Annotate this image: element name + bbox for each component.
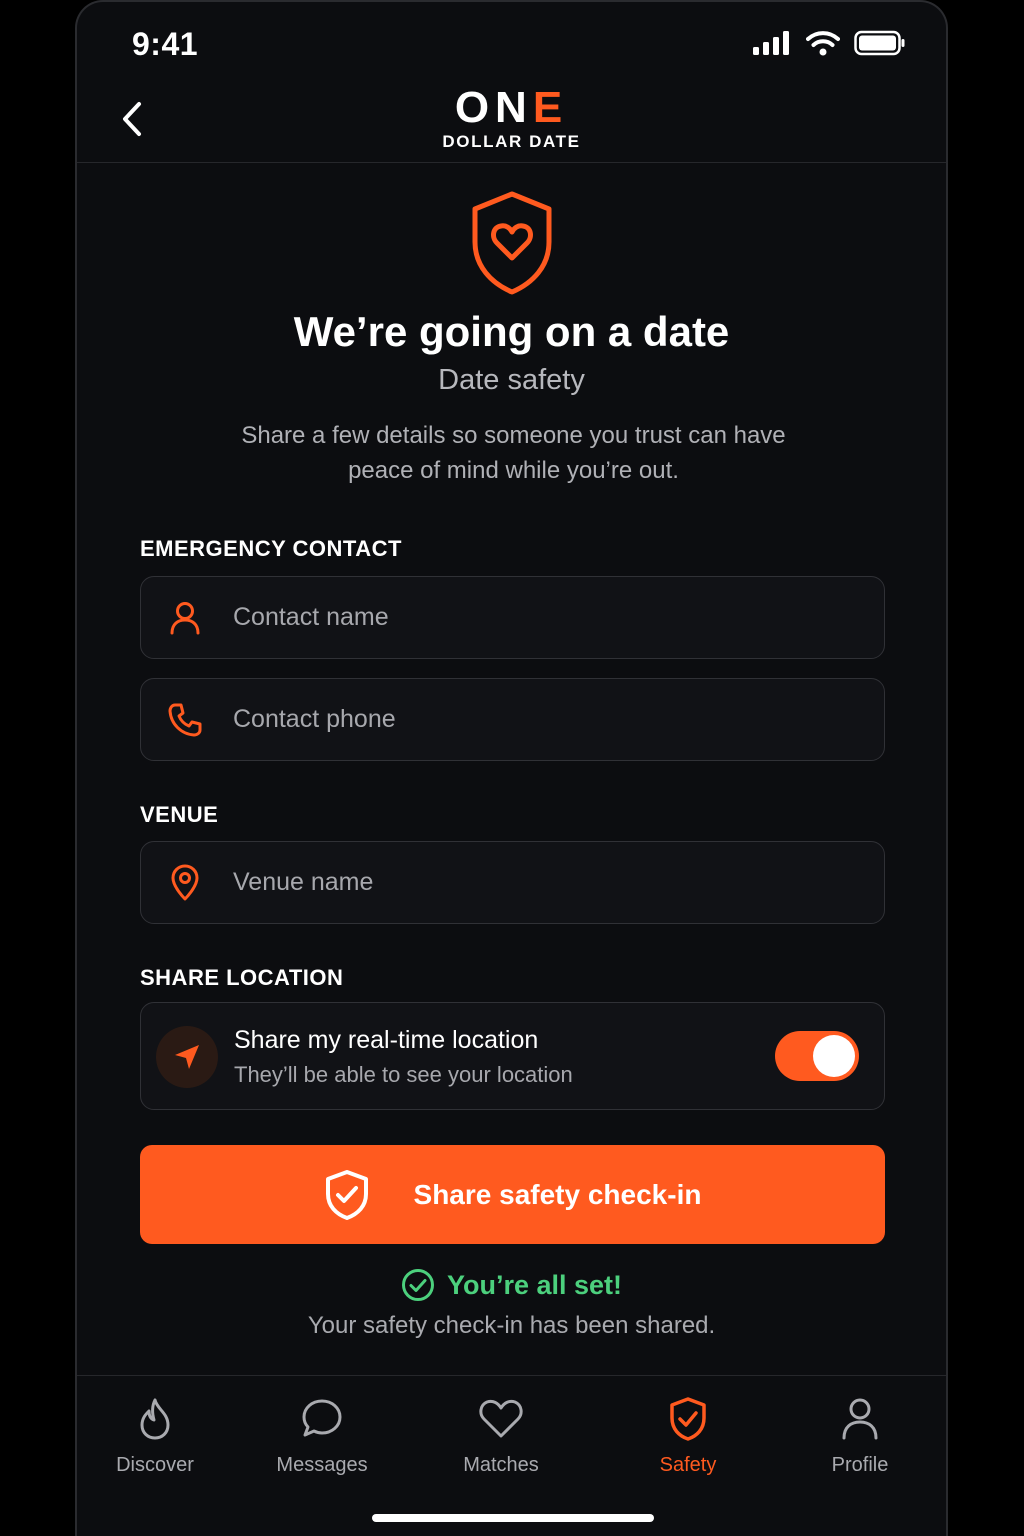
share-safety-checkin-button[interactable]: Share safety check-in — [140, 1145, 885, 1244]
person-icon — [165, 598, 205, 638]
tab-discover[interactable]: Discover — [80, 1394, 230, 1477]
contact-phone-input[interactable] — [231, 704, 884, 735]
shield-check-icon — [325, 1169, 368, 1220]
flame-icon — [80, 1394, 230, 1444]
logo-subtitle: DOLLAR DATE — [442, 132, 581, 151]
chat-bubble-icon — [247, 1394, 397, 1444]
logo-wordmark: ONE — [454, 83, 569, 132]
venue-field[interactable] — [140, 841, 885, 924]
signal-icon — [753, 31, 789, 55]
app-logo: ONE DOLLAR DATE — [77, 84, 946, 152]
confirmation-message: Your safety check-in has been shared. — [307, 1312, 716, 1339]
confirmation-title: You’re all set! — [446, 1269, 623, 1300]
share-location-subtitle: They’ll be able to see your location — [234, 1062, 573, 1087]
phone-icon — [165, 700, 205, 740]
page-subtitle: Date safety — [438, 364, 585, 396]
check-circle-icon — [401, 1269, 434, 1301]
home-indicator[interactable] — [372, 1514, 654, 1522]
shield-check-icon — [613, 1394, 763, 1444]
share-location-title: Share my real-time location — [234, 1026, 539, 1054]
navigation-arrow-icon — [156, 1026, 218, 1088]
status-time: 9:41 — [132, 26, 199, 62]
toggle-knob — [813, 1035, 855, 1077]
wifi-icon — [806, 31, 840, 56]
contact-name-field[interactable] — [140, 576, 885, 659]
share-location-label: SHARE LOCATION — [140, 965, 344, 990]
confirmation-row: You’re all set! — [77, 1268, 946, 1302]
shield-heart-icon — [470, 190, 554, 296]
venue-input[interactable] — [231, 867, 884, 898]
heart-icon — [426, 1394, 576, 1444]
share-location-card: Share my real-time location They’ll be a… — [140, 1002, 885, 1110]
contact-phone-field[interactable] — [140, 678, 885, 761]
emergency-contact-label: EMERGENCY CONTACT — [140, 536, 402, 561]
status-icons — [752, 30, 906, 56]
tab-profile[interactable]: Profile — [785, 1394, 935, 1477]
location-pin-icon — [165, 863, 205, 903]
phone-screen: 9:41 ONE DOLLAR DATE We’re going on a da… — [75, 0, 948, 1536]
page-description: Share a few details so someone you trust… — [241, 422, 786, 484]
tab-messages[interactable]: Messages — [247, 1394, 397, 1477]
battery-icon — [854, 30, 905, 56]
contact-name-input[interactable] — [231, 602, 884, 633]
share-location-toggle[interactable] — [775, 1031, 859, 1081]
tab-matches[interactable]: Matches — [426, 1394, 576, 1477]
person-icon — [785, 1394, 935, 1444]
page-title: We’re going on a date — [293, 308, 730, 355]
app-header: ONE DOLLAR DATE — [77, 82, 946, 163]
venue-label: VENUE — [140, 802, 219, 827]
tab-safety[interactable]: Safety — [613, 1394, 763, 1477]
cta-label: Share safety check-in — [413, 1178, 702, 1210]
bottom-tab-bar: Discover Messages Matches Safety Profile — [77, 1375, 946, 1536]
